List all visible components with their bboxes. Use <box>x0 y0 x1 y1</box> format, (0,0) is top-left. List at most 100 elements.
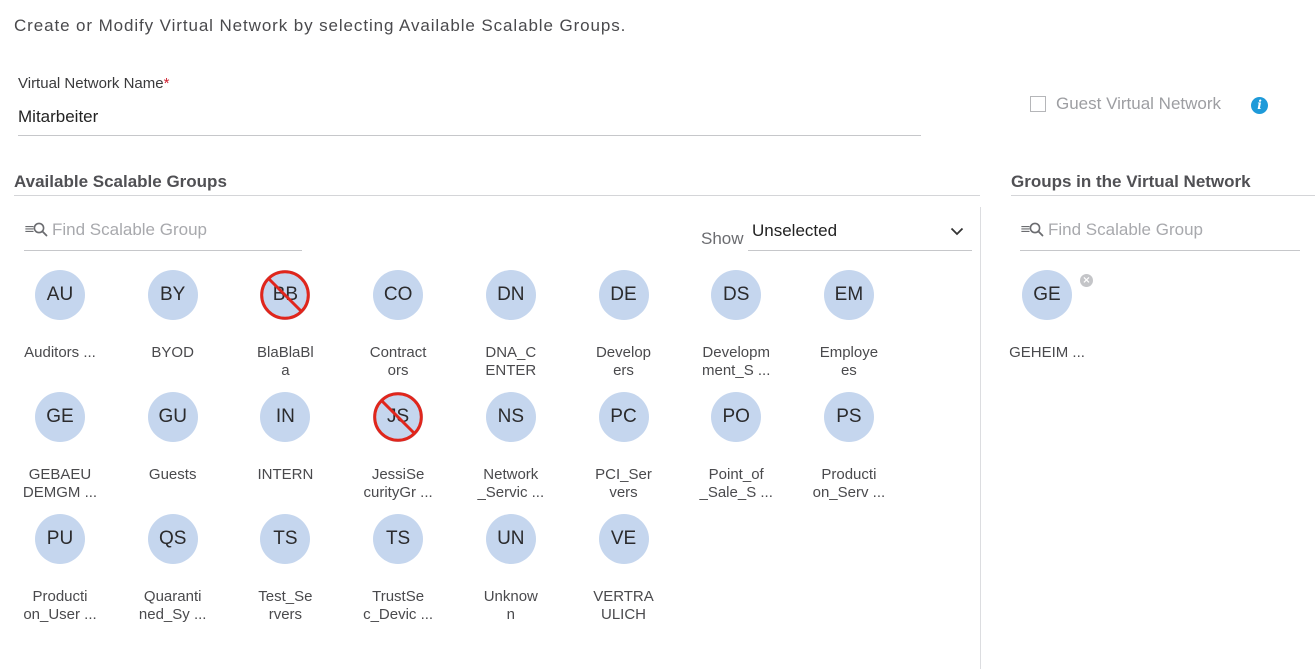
group-avatar[interactable]: QS <box>147 514 198 564</box>
virtual-network-name-input[interactable] <box>18 99 921 136</box>
group-avatar[interactable]: BY <box>147 270 198 320</box>
show-select[interactable]: Unselected <box>748 212 972 251</box>
scalable-group-tile[interactable]: CO Contract ors <box>343 270 453 380</box>
group-abbreviation: NS <box>497 406 524 427</box>
group-name: JessiSe curityGr ... <box>363 466 433 501</box>
group-avatar[interactable]: DN <box>485 270 536 320</box>
available-search[interactable]: ≡ <box>24 210 302 251</box>
group-abbreviation: VE <box>610 528 637 549</box>
group-avatar[interactable]: EM <box>823 270 874 320</box>
scalable-group-tile[interactable]: AU Auditors ... <box>5 270 115 362</box>
group-abbreviation: AU <box>46 284 74 305</box>
group-name: VERTRA ULICH <box>593 588 654 623</box>
scalable-group-tile[interactable]: DS Developm ment_S ... <box>681 270 791 380</box>
group-abbreviation: BY <box>160 284 186 305</box>
group-abbreviation: UN <box>497 528 525 549</box>
group-avatar[interactable]: PC <box>598 392 649 442</box>
selected-search[interactable]: ≡ <box>1020 210 1300 251</box>
selected-groups-title: Groups in the Virtual Network <box>1011 172 1251 191</box>
group-avatar[interactable]: DE <box>598 270 649 320</box>
group-avatar[interactable]: GU <box>147 392 198 442</box>
available-search-input[interactable] <box>52 220 292 240</box>
group-avatar[interactable]: NS <box>485 392 536 442</box>
group-name: Point_of _Sale_S ... <box>699 466 773 501</box>
scalable-group-tile[interactable]: GU Guests <box>118 392 228 484</box>
group-name: Auditors ... <box>24 344 96 361</box>
group-name: Quaranti ned_Sy ... <box>138 588 207 623</box>
group-abbreviation: DS <box>722 284 750 305</box>
scalable-group-tile[interactable]: QS Quaranti ned_Sy ... <box>118 514 228 624</box>
scalable-group-tile[interactable]: JS JessiSe curityGr ... <box>343 392 453 502</box>
scalable-group-tile[interactable]: TS Test_Se rvers <box>230 514 340 624</box>
scalable-group-tile[interactable]: PC PCI_Ser vers <box>569 392 679 502</box>
group-name: BlaBlaBl a <box>257 344 314 379</box>
search-icon: ≡ <box>24 220 52 240</box>
group-name: INTERN <box>257 466 314 483</box>
group-name: DNA_C ENTER <box>485 344 537 379</box>
column-divider <box>980 207 981 669</box>
scalable-group-tile[interactable]: PS Producti on_Serv ... <box>794 392 904 502</box>
group-name: GEHEIM ... <box>1009 344 1085 361</box>
selected-search-input[interactable] <box>1048 220 1288 240</box>
group-name: Test_Se rvers <box>258 588 313 623</box>
selected-divider <box>1011 195 1315 196</box>
group-avatar[interactable]: UN <box>485 514 536 564</box>
show-select-value: Unselected <box>752 221 838 240</box>
scalable-group-tile[interactable]: TS TrustSe c_Devic ... <box>343 514 453 624</box>
group-name: TrustSe c_Devic ... <box>363 588 434 623</box>
group-name: Contract ors <box>369 344 427 379</box>
show-label: Show <box>701 229 744 248</box>
scalable-group-tile[interactable]: EM Employe es <box>794 270 904 380</box>
group-avatar[interactable]: CO <box>373 270 424 320</box>
info-icon[interactable]: i <box>1251 97 1268 114</box>
group-name: Producti on_User ... <box>23 588 97 623</box>
group-abbreviation: DN <box>497 284 525 305</box>
scalable-group-tile[interactable]: IN INTERN <box>230 392 340 484</box>
group-avatar[interactable]: PU <box>35 514 85 564</box>
group-name: Employe es <box>819 344 879 379</box>
group-name: Producti on_Serv ... <box>812 466 886 501</box>
scalable-group-tile[interactable]: BY BYOD <box>118 270 228 362</box>
group-abbreviation: DE <box>610 284 637 305</box>
scalable-group-tile[interactable]: GE GEBAEU DEMGM ... <box>5 392 115 502</box>
group-avatar[interactable]: DS <box>711 270 762 320</box>
not-allowed-icon <box>373 392 423 442</box>
group-name: Unknow n <box>483 588 538 623</box>
scalable-group-tile[interactable]: VE VERTRA ULICH <box>569 514 679 624</box>
guest-checkbox[interactable] <box>1030 96 1046 112</box>
virtual-network-name-label: Virtual Network Name* <box>18 75 170 92</box>
scalable-group-tile[interactable]: PU Producti on_User ... <box>5 514 115 624</box>
group-abbreviation: PO <box>722 406 750 427</box>
scalable-group-tile[interactable]: BB BlaBlaBl a <box>230 270 340 380</box>
group-avatar[interactable]: TS <box>373 514 424 564</box>
scalable-group-tile[interactable]: NS Network _Servic ... <box>456 392 566 502</box>
group-avatar[interactable]: GE <box>1022 270 1072 320</box>
required-mark: * <box>163 75 170 92</box>
group-abbreviation: GE <box>46 406 74 427</box>
group-avatar[interactable]: JS <box>373 392 424 442</box>
group-avatar[interactable]: PS <box>823 392 874 442</box>
group-name: Guests <box>148 466 197 483</box>
page-intro: Create or Modify Virtual Network by sele… <box>14 16 627 35</box>
group-avatar[interactable]: BB <box>260 270 311 320</box>
scalable-group-tile[interactable]: DE Develop ers <box>569 270 679 380</box>
scalable-group-tile[interactable]: PO Point_of _Sale_S ... <box>681 392 791 502</box>
group-avatar[interactable]: VE <box>598 514 649 564</box>
not-allowed-icon <box>260 270 311 320</box>
group-abbreviation: QS <box>158 528 187 549</box>
scalable-group-tile[interactable]: UN Unknow n <box>456 514 566 624</box>
group-abbreviation: PU <box>46 528 74 549</box>
remove-icon[interactable]: × <box>1080 274 1093 287</box>
group-abbreviation: TS <box>385 528 411 549</box>
group-avatar[interactable]: TS <box>260 514 311 564</box>
search-icon: ≡ <box>1020 220 1048 240</box>
group-avatar[interactable]: GE <box>35 392 85 442</box>
group-avatar[interactable]: PO <box>711 392 762 442</box>
group-name: Develop ers <box>595 344 652 379</box>
group-avatar[interactable]: AU <box>35 270 85 320</box>
scalable-group-tile[interactable]: DN DNA_C ENTER <box>456 270 566 380</box>
guest-virtual-network-toggle[interactable]: Guest Virtual Network <box>1030 94 1221 114</box>
guest-label: Guest Virtual Network <box>1056 94 1222 113</box>
group-avatar[interactable]: IN <box>260 392 311 442</box>
group-abbreviation: GU <box>158 406 187 427</box>
